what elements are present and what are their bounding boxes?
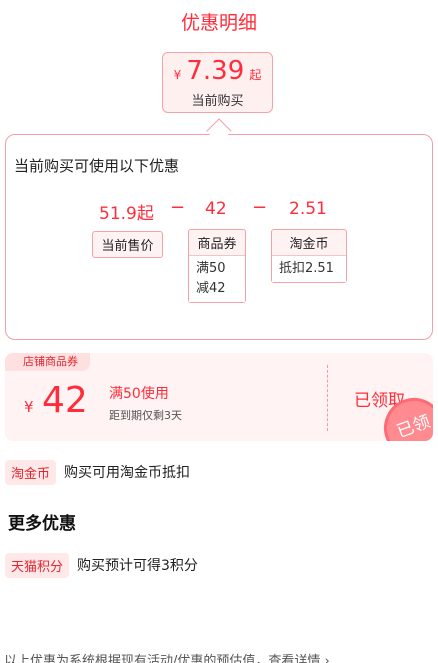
store-coupon-card[interactable]: 店铺商品券 ¥ 42 满50使用 距到期仅剩3天 已领取 已领 (5, 353, 433, 441)
tag-details: 抵扣2.51 (272, 255, 346, 282)
coupon-type-tag: 店铺商品券 (5, 353, 90, 371)
minus-operator: − (170, 197, 186, 218)
tag-detail-line: 满50 (196, 261, 226, 276)
price-currency: ¥ (173, 68, 182, 82)
tag-detail-line: 减42 (196, 281, 226, 296)
current-sale-price-tag: 当前售价 (92, 231, 163, 258)
coupon-expiry: 距到期仅剩3天 (109, 409, 182, 422)
price-suffix: 起 (249, 68, 262, 82)
taojinbi-description: 购买可用淘金币抵扣 (64, 465, 191, 481)
discount-breakdown-panel: 当前购买可使用以下优惠 51.9起 − 42 − 2.51 当前售价 商品券 满… (5, 134, 433, 340)
tag-label: 商品券 (197, 237, 237, 252)
breakdown-title: 当前购买可使用以下优惠 (14, 157, 180, 175)
taojinbi-tag: 淘金币 抵扣2.51 (271, 229, 347, 283)
taojinbi-row[interactable]: 淘金币 购买可用淘金币抵扣 (5, 459, 191, 485)
taojinbi-pill: 淘金币 (5, 459, 57, 485)
product-coupon-tag: 商品券 满50 减42 (188, 229, 246, 303)
current-sale-price-value: 51.9起 (99, 204, 154, 224)
taojinbi-deduction-value: 2.51 (289, 199, 327, 219)
current-price-box: ¥ 7.39 起 当前购买 (162, 52, 273, 113)
price-caption: 当前购买 (191, 94, 244, 109)
coupon-amount: 42 (42, 380, 88, 421)
disclaimer-text: 以上优惠为系统根据现有活动/优惠的预估值，查看详情 › (4, 654, 330, 663)
coupon-deduction-value: 42 (205, 199, 227, 219)
more-offers-heading: 更多优惠 (8, 514, 76, 534)
current-price: ¥ 7.39 起 (163, 57, 272, 89)
tmall-points-pill: 天猫积分 (5, 552, 70, 578)
coupon-currency: ¥ (24, 398, 34, 416)
tag-detail-line: 抵扣2.51 (279, 261, 334, 276)
tag-details: 满50 减42 (189, 255, 245, 302)
coupon-divider (327, 365, 328, 431)
coupon-condition: 满50使用 (109, 386, 169, 402)
page-title: 优惠明细 (180, 12, 257, 34)
tag-label: 当前售价 (101, 239, 154, 254)
price-value: 7.39 (186, 56, 245, 86)
minus-operator: − (252, 197, 268, 218)
tmall-points-row[interactable]: 天猫积分 购买预计可得3积分 (5, 552, 198, 578)
tag-label: 淘金币 (289, 237, 329, 252)
tmall-points-description: 购买预计可得3积分 (77, 558, 198, 574)
